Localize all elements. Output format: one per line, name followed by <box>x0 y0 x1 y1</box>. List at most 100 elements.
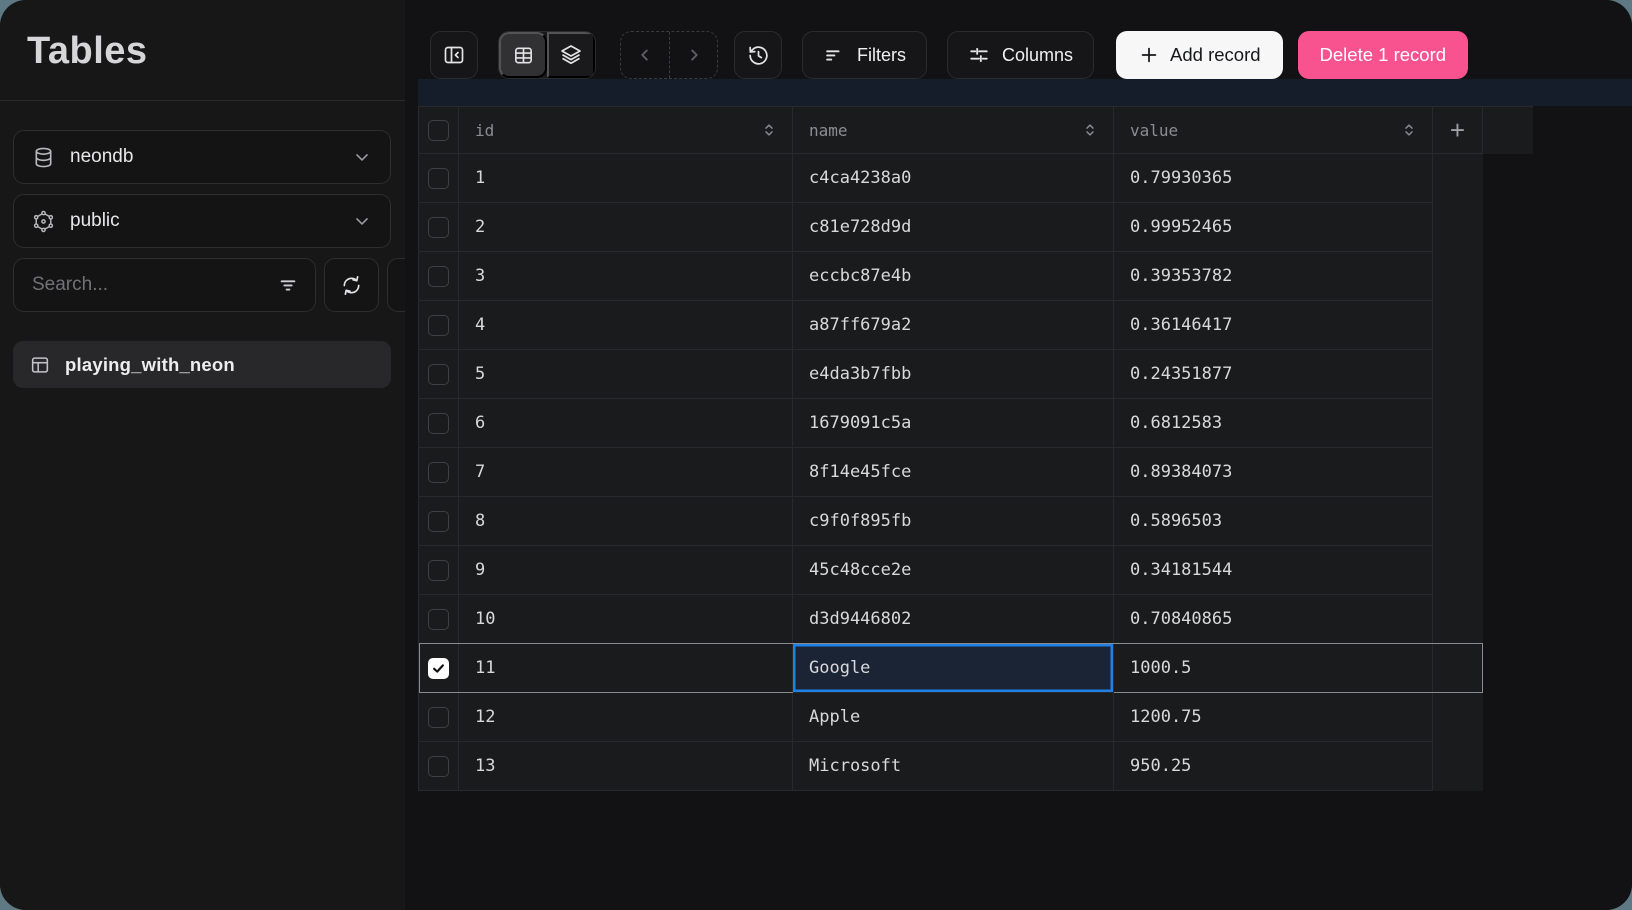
cell-id[interactable]: 10 <box>459 595 793 644</box>
filters-button[interactable]: Filters <box>802 31 927 79</box>
main-area: Filters Columns Add record Delete 1 <box>405 0 1632 910</box>
cell-name[interactable]: 8f14e45fce <box>793 448 1114 497</box>
cell-name[interactable]: c9f0f895fb <box>793 497 1114 546</box>
schema-selector-label: public <box>70 210 337 232</box>
refresh-button[interactable] <box>324 258 379 312</box>
cell-name[interactable]: c4ca4238a0 <box>793 154 1114 203</box>
row-checkbox[interactable] <box>428 266 449 287</box>
row-select-cell <box>419 644 459 693</box>
cell-name[interactable]: eccbc87e4b <box>793 252 1114 301</box>
cell-id[interactable]: 4 <box>459 301 793 350</box>
table-row: 13 Microsoft 950.25 <box>419 742 1483 791</box>
next-page-button[interactable] <box>669 32 717 78</box>
sort-icon <box>760 121 778 139</box>
table-row: 7 8f14e45fce 0.89384073 <box>419 448 1483 497</box>
grid-body: 1 c4ca4238a0 0.79930365 2 c81e728d9d 0.9… <box>418 154 1483 791</box>
grid-view-icon <box>512 44 535 67</box>
cell-value[interactable]: 0.79930365 <box>1114 154 1433 203</box>
schema-selector[interactable]: public <box>13 194 391 248</box>
history-button[interactable] <box>734 31 782 79</box>
database-selector-label: neondb <box>70 146 337 168</box>
row-select-cell <box>419 497 459 546</box>
row-select-cell <box>419 399 459 448</box>
cell-value[interactable]: 0.36146417 <box>1114 301 1433 350</box>
row-checkbox[interactable] <box>428 168 449 189</box>
schema-icon <box>32 210 55 233</box>
row-checkbox[interactable] <box>428 560 449 581</box>
column-header-name[interactable]: name <box>793 107 1114 154</box>
columns-button[interactable]: Columns <box>947 31 1094 79</box>
filter-lines-icon <box>823 44 845 66</box>
sliders-icon <box>968 44 990 66</box>
cell-value[interactable]: 950.25 <box>1114 742 1433 791</box>
chevron-down-icon <box>352 147 372 167</box>
cell-name[interactable]: Microsoft <box>793 742 1114 791</box>
database-selector[interactable]: neondb <box>13 130 391 184</box>
cell-name[interactable]: e4da3b7fbb <box>793 350 1114 399</box>
cell-value[interactable]: 1200.75 <box>1114 693 1433 742</box>
row-checkbox[interactable] <box>428 315 449 336</box>
row-checkbox[interactable] <box>428 462 449 483</box>
row-checkbox[interactable] <box>428 707 449 728</box>
search-input[interactable] <box>32 274 277 296</box>
sidebar-item-label: playing_with_neon <box>65 354 235 376</box>
table-row: 2 c81e728d9d 0.99952465 <box>419 203 1483 252</box>
row-select-cell <box>419 301 459 350</box>
table-top-strip <box>418 79 1632 106</box>
cell-id[interactable]: 12 <box>459 693 793 742</box>
row-checkbox[interactable] <box>428 413 449 434</box>
table-row: 3 eccbc87e4b 0.39353782 <box>419 252 1483 301</box>
cell-id[interactable]: 2 <box>459 203 793 252</box>
cell-id[interactable]: 8 <box>459 497 793 546</box>
cell-id[interactable]: 9 <box>459 546 793 595</box>
cell-name[interactable]: Apple <box>793 693 1114 742</box>
select-all-checkbox[interactable] <box>428 120 449 141</box>
search-row <box>13 258 391 312</box>
cell-name[interactable]: Google <box>793 644 1114 693</box>
row-checkbox[interactable] <box>428 511 449 532</box>
table-row: 11 Google 1000.5 <box>419 644 1483 693</box>
column-header-value[interactable]: value <box>1114 107 1433 154</box>
cell-id[interactable]: 11 <box>459 644 793 693</box>
cell-name[interactable]: 45c48cce2e <box>793 546 1114 595</box>
cell-id[interactable]: 13 <box>459 742 793 791</box>
cell-id[interactable]: 5 <box>459 350 793 399</box>
add-record-button[interactable]: Add record <box>1116 31 1283 79</box>
row-checkbox[interactable] <box>428 217 449 238</box>
cell-value[interactable]: 0.39353782 <box>1114 252 1433 301</box>
cell-value[interactable]: 0.99952465 <box>1114 203 1433 252</box>
row-checkbox[interactable] <box>428 756 449 777</box>
cell-value[interactable]: 0.24351877 <box>1114 350 1433 399</box>
table-view-button[interactable] <box>499 32 547 78</box>
cell-value[interactable]: 0.6812583 <box>1114 399 1433 448</box>
delete-record-button[interactable]: Delete 1 record <box>1298 31 1468 79</box>
cell-name[interactable]: c81e728d9d <box>793 203 1114 252</box>
cell-id[interactable]: 6 <box>459 399 793 448</box>
cell-name[interactable]: 1679091c5a <box>793 399 1114 448</box>
cell-value[interactable]: 0.34181544 <box>1114 546 1433 595</box>
layers-icon <box>559 43 583 67</box>
sidebar-item-playing-with-neon[interactable]: playing_with_neon <box>13 341 391 388</box>
search-box <box>13 258 316 312</box>
cell-name[interactable]: a87ff679a2 <box>793 301 1114 350</box>
add-record-button-label: Add record <box>1170 44 1261 66</box>
cell-id[interactable]: 3 <box>459 252 793 301</box>
cell-id[interactable]: 7 <box>459 448 793 497</box>
layers-view-button[interactable] <box>547 32 595 78</box>
row-checkbox[interactable] <box>428 658 449 679</box>
collapse-sidebar-button[interactable] <box>430 31 478 79</box>
cell-value[interactable]: 1000.5 <box>1114 644 1433 693</box>
cell-id[interactable]: 1 <box>459 154 793 203</box>
row-checkbox[interactable] <box>428 609 449 630</box>
cell-value[interactable]: 0.89384073 <box>1114 448 1433 497</box>
select-all-cell <box>419 107 459 154</box>
column-header-id[interactable]: id <box>459 107 793 154</box>
cell-value[interactable]: 0.70840865 <box>1114 595 1433 644</box>
row-select-cell <box>419 203 459 252</box>
cell-value[interactable]: 0.5896503 <box>1114 497 1433 546</box>
cell-name[interactable]: d3d9446802 <box>793 595 1114 644</box>
toolbar: Filters Columns Add record Delete 1 <box>405 0 1632 79</box>
row-checkbox[interactable] <box>428 364 449 385</box>
prev-page-button[interactable] <box>621 32 669 78</box>
add-column-button[interactable]: + <box>1433 107 1483 154</box>
